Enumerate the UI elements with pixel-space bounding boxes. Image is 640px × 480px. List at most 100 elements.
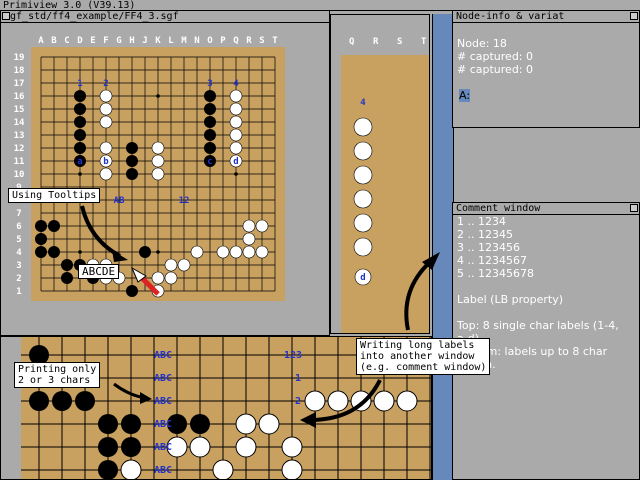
printing-callout: Printing only 2 or 3 chars — [14, 362, 101, 388]
comment-line: Top: 8 single char labels (1-4, — [457, 319, 619, 332]
black-stone — [35, 246, 47, 258]
white-stone — [151, 284, 165, 298]
board-window: sgf_std/ff4_example/FF4_3.sgf ABCDEFGHJK… — [0, 10, 330, 336]
column-label: P — [220, 36, 226, 46]
comment-line: 1 .. 1234 — [457, 215, 506, 228]
black-stone — [61, 272, 73, 284]
column-label: O — [207, 36, 213, 46]
black-stone — [126, 155, 138, 167]
white-stone — [151, 271, 165, 285]
white-stone — [353, 117, 373, 137]
white-stone — [229, 141, 243, 155]
depth-gadget-icon[interactable] — [630, 204, 638, 212]
black-stone — [126, 285, 138, 297]
comment-title-bar[interactable]: Comment window — [453, 203, 639, 215]
white-stone — [177, 258, 191, 272]
column-label: D — [77, 36, 83, 46]
column-label: C — [64, 36, 69, 46]
board-label: d — [233, 157, 238, 167]
white-stone — [164, 271, 178, 285]
variation-a[interactable]: A: — [459, 89, 471, 102]
column-label: T — [272, 36, 278, 46]
black-stone — [98, 414, 118, 434]
board-label: 3 — [207, 79, 212, 89]
node-info-title: Node-info & variat — [456, 11, 565, 22]
black-stone — [121, 414, 141, 434]
white-stone — [99, 115, 113, 129]
row-label: 1 — [16, 287, 21, 297]
row-label: 6 — [16, 222, 21, 232]
node-number: Node: 18 — [457, 37, 507, 50]
column-label: T — [421, 37, 427, 47]
black-stone — [61, 259, 73, 271]
black-stone — [126, 168, 138, 180]
black-stone — [204, 116, 216, 128]
board-label: 2 — [295, 396, 301, 407]
board-label: 4 — [233, 79, 239, 89]
board-window-title: sgf_std/ff4_example/FF4_3.sgf — [4, 11, 179, 22]
board-label: ABC — [154, 442, 172, 453]
black-stone — [98, 437, 118, 457]
white-stone — [373, 390, 395, 412]
vertical-scrollbar[interactable] — [432, 14, 454, 480]
row-label: 17 — [14, 79, 25, 89]
column-label: S — [397, 37, 403, 47]
board-label: 4 — [360, 98, 366, 108]
white-stone — [99, 102, 113, 116]
board-label: 12 — [179, 196, 190, 206]
black-stone — [204, 142, 216, 154]
column-label: A — [38, 36, 44, 46]
white-stone — [396, 390, 418, 412]
depth-gadget-icon[interactable] — [630, 12, 638, 20]
white-stone — [212, 459, 234, 479]
board-label: ABC — [154, 465, 172, 476]
row-label: 10 — [14, 170, 25, 180]
board-label: 2 — [103, 79, 108, 89]
captured-white: # captured: 0 — [457, 63, 534, 76]
black-stone — [121, 437, 141, 457]
column-label: S — [259, 36, 264, 46]
close-icon[interactable] — [2, 12, 10, 20]
row-label: 16 — [14, 92, 25, 102]
captured-black: # captured: 0 — [457, 50, 534, 63]
white-stone — [304, 390, 326, 412]
comment-line: 3 .. 123456 — [457, 241, 520, 254]
comment-line: 5 .. 12345678 — [457, 267, 534, 280]
board-label: b — [103, 157, 109, 167]
black-stone — [139, 246, 151, 258]
white-stone — [99, 167, 113, 181]
black-stone — [126, 142, 138, 154]
white-stone — [229, 245, 243, 259]
column-label: E — [90, 36, 95, 46]
column-label: R — [373, 37, 379, 47]
writing-callout: Writing long labels into another window … — [356, 338, 491, 375]
white-stone — [235, 436, 257, 458]
hoshi-point — [156, 250, 160, 254]
column-label: Q — [349, 37, 355, 47]
board-label: AB — [114, 196, 125, 206]
white-stone — [99, 141, 113, 155]
main-board[interactable]: ABCDEFGHJKLMNOPQRST191817161514131211109… — [1, 23, 329, 335]
white-stone — [120, 459, 142, 479]
background-board-stones: 4d — [353, 98, 373, 286]
row-label: 7 — [16, 209, 21, 219]
white-stone — [327, 390, 349, 412]
row-label: 13 — [14, 131, 25, 141]
white-stone — [242, 232, 256, 246]
comment-line — [457, 306, 637, 319]
black-stone — [29, 391, 49, 411]
row-label: 11 — [14, 157, 25, 167]
board-label: 123 — [284, 350, 302, 361]
board-window-title-bar[interactable]: sgf_std/ff4_example/FF4_3.sgf — [1, 11, 329, 23]
row-label: 2 — [16, 274, 21, 284]
node-info-title-bar[interactable]: Node-info & variat — [453, 11, 639, 23]
white-stone — [151, 154, 165, 168]
row-label: 19 — [14, 53, 25, 63]
white-stone — [216, 245, 230, 259]
row-label: 12 — [14, 144, 25, 154]
comment-title: Comment window — [456, 203, 541, 214]
white-stone — [353, 213, 373, 233]
column-label: G — [116, 36, 121, 46]
white-stone — [99, 89, 113, 103]
black-stone — [35, 233, 47, 245]
